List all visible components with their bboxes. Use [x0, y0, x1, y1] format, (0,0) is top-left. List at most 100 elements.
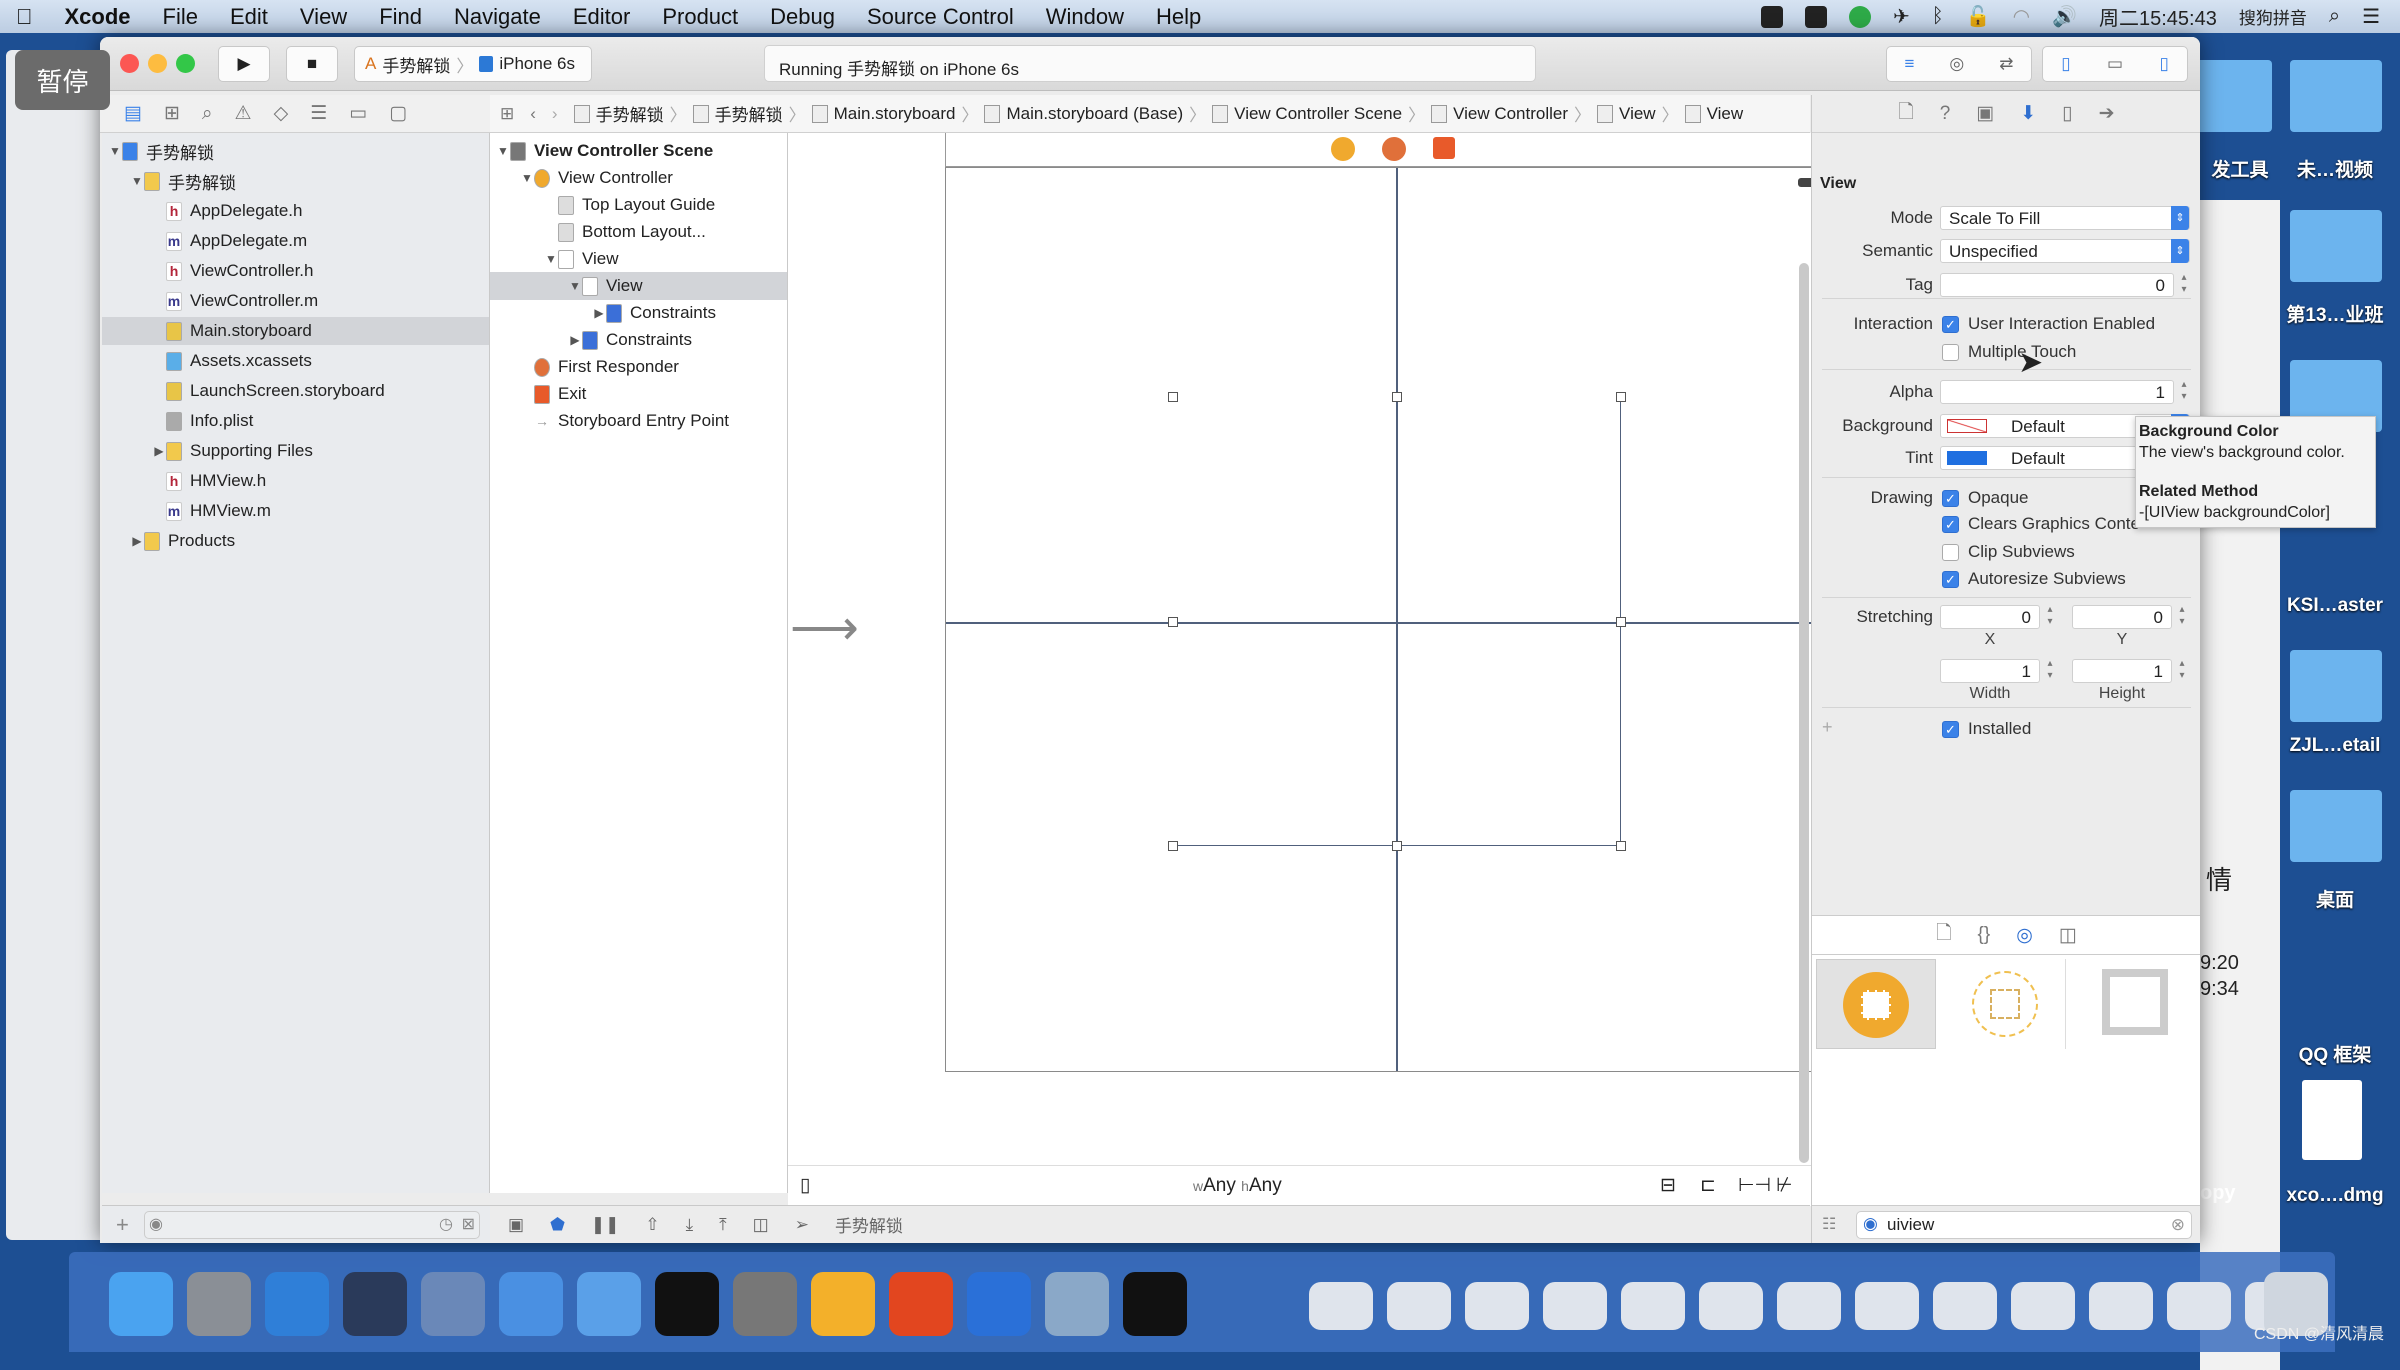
tree-item[interactable]: h ViewController.h [102, 257, 489, 285]
dock-minimized-window-icon[interactable] [1309, 1282, 1373, 1330]
dock-xcode-icon[interactable] [499, 1272, 563, 1336]
tree-item[interactable]: ▼ View Controller Scene [490, 137, 787, 165]
user_interaction-checkbox[interactable]: ✓ [1942, 316, 1959, 333]
menu-find[interactable]: Find [363, 4, 438, 30]
dock-terminal-icon[interactable] [655, 1272, 719, 1336]
dock-minimized-window-icon[interactable] [2011, 1282, 2075, 1330]
breakpoints-icon[interactable]: ⬟ [550, 1215, 565, 1235]
disclosure-closed-icon[interactable]: ▶ [568, 333, 582, 347]
utilities-toggle-icon[interactable]: ▯ [2159, 54, 2168, 74]
dock-mouse-icon[interactable] [343, 1272, 407, 1336]
project-navigator-icon[interactable]: ▤ [124, 102, 142, 125]
resolve-icon[interactable]: ⊬ [1776, 1174, 1793, 1197]
camera-icon[interactable] [1804, 5, 1827, 28]
size-class-button[interactable]: wAny hAny [1193, 1175, 1282, 1197]
exit-icon[interactable] [1433, 137, 1455, 159]
related-items-icon[interactable]: ⊞ [500, 104, 514, 124]
minimize-button[interactable] [148, 54, 167, 73]
dock-minimized-window-icon[interactable] [1855, 1282, 1919, 1330]
breakpoint-navigator-icon[interactable]: ▭ [349, 102, 367, 125]
disclosure-open-icon[interactable]: ▼ [130, 174, 144, 188]
tree-item[interactable]: Bottom Layout... [490, 218, 787, 246]
jump-bar-item[interactable]: View [1684, 101, 1743, 126]
location-icon[interactable]: ➢ [795, 1215, 809, 1235]
first-responder-icon[interactable] [1382, 137, 1406, 161]
tree-item[interactable]: LaunchScreen.storyboard [102, 377, 489, 405]
tree-item[interactable]: ▶ Constraints [490, 299, 787, 327]
resize-handle[interactable] [1616, 616, 1626, 627]
resize-handle[interactable] [1168, 392, 1178, 402]
tree-item[interactable]: ▶ Supporting Files [102, 437, 489, 465]
storyboard-canvas[interactable]: ⟶ [788, 133, 1847, 1206]
disclosure-open-icon[interactable]: ▼ [496, 144, 510, 158]
zoom-button[interactable] [176, 54, 195, 73]
add-variation-button[interactable]: + [1822, 717, 1833, 738]
library-item-view-controller[interactable] [1816, 959, 1936, 1049]
tree-item[interactable]: First Responder [490, 353, 787, 381]
standard-editor-icon[interactable]: ≡ [1904, 54, 1914, 74]
tree-item[interactable]: m AppDelegate.m [102, 227, 489, 255]
dock-system-preferences-icon[interactable] [733, 1272, 797, 1336]
dock-photo-booth-icon[interactable] [421, 1272, 485, 1336]
disclosure-closed-icon[interactable]: ▶ [592, 306, 606, 320]
find-navigator-icon[interactable]: ⌕ [202, 103, 213, 125]
dmg-file-icon[interactable] [2302, 1080, 2362, 1160]
library-search-input[interactable]: ◉ uiview ⊗ [1856, 1211, 2192, 1239]
tree-item[interactable]: m ViewController.m [102, 287, 489, 315]
stretch-y-field[interactable]: 0 [2072, 605, 2172, 629]
menu-file[interactable]: File [147, 4, 214, 30]
menu-navigate[interactable]: Navigate [438, 4, 557, 30]
vertical-scrollbar[interactable] [1799, 263, 1809, 1163]
dock-minimized-window-icon[interactable] [1933, 1282, 1997, 1330]
resize-handle[interactable] [1392, 392, 1402, 402]
autoresize-checkbox[interactable]: ✓ [1942, 571, 1959, 588]
dock-minimized-window-icon[interactable] [2167, 1282, 2231, 1330]
scm-filter-icon[interactable]: ⊠ [462, 1214, 475, 1234]
selected-subview[interactable] [1168, 392, 1626, 851]
navigator-toggle-icon[interactable]: ▯ [2061, 54, 2070, 74]
pause-overlay[interactable]: 暂停 [15, 50, 110, 110]
report-navigator-icon[interactable]: ▢ [389, 102, 407, 125]
semantic-field[interactable]: Unspecified ⇕ [1940, 239, 2190, 263]
tree-item[interactable]: ▼ View [490, 272, 787, 300]
clears-checkbox[interactable]: ✓ [1942, 516, 1959, 533]
disclosure-closed-icon[interactable]: ▶ [130, 534, 144, 548]
back-button[interactable]: ‹ [530, 104, 536, 124]
stretch-h-field[interactable]: 1 [2072, 659, 2172, 683]
dock-preview-icon[interactable] [1045, 1272, 1109, 1336]
tree-item[interactable]: ▼ View [490, 245, 787, 273]
pause-icon[interactable]: ❚❚ [591, 1215, 620, 1235]
popup-arrows-icon[interactable]: ⇕ [2171, 206, 2189, 230]
file-template-icon[interactable]: 🗋 [1936, 919, 1951, 951]
dock-minimized-window-icon[interactable] [2089, 1282, 2153, 1330]
jump-bar-item[interactable]: View Controller Scene [1212, 101, 1402, 126]
stretch-w-field[interactable]: 1 [1940, 659, 2040, 683]
volume-icon[interactable]: 🔊 [2052, 4, 2077, 29]
view-controller-icon[interactable] [1331, 137, 1355, 161]
add-icon[interactable]: + [116, 1212, 129, 1238]
dock-launchpad-icon[interactable] [187, 1272, 251, 1336]
stop-button[interactable]: ■ [286, 46, 338, 82]
disclosure-open-icon[interactable]: ▼ [520, 171, 534, 185]
close-button[interactable] [120, 54, 139, 73]
run-button[interactable]: ▶ [218, 46, 270, 82]
tree-item[interactable]: ▼ 手势解锁 [102, 167, 489, 195]
version-editor-icon[interactable]: ⇄ [1999, 54, 2013, 74]
tree-item[interactable]: h HMView.h [102, 467, 489, 495]
screen-share-icon[interactable] [1760, 5, 1783, 28]
resize-handle[interactable] [1168, 616, 1178, 627]
menu-debug[interactable]: Debug [754, 4, 851, 30]
tree-item[interactable]: Main.storyboard [102, 317, 489, 345]
tree-item[interactable]: Top Layout Guide [490, 191, 787, 219]
jump-bar-item[interactable]: 手势解锁 [573, 101, 664, 126]
stepper[interactable]: ▴ ▾ [2044, 604, 2056, 630]
media-library-icon[interactable]: ◫ [2059, 924, 2077, 947]
tree-item[interactable]: Info.plist [102, 407, 489, 435]
dock-minimized-window-icon[interactable] [1777, 1282, 1841, 1330]
view-controller-frame[interactable] [945, 167, 1847, 1072]
lock-icon[interactable]: 🔓 [1966, 4, 1991, 29]
menu-window[interactable]: Window [1030, 4, 1140, 30]
jump-bar-item[interactable]: Main.storyboard (Base) [984, 101, 1183, 126]
jump-bar-item[interactable]: View [1597, 101, 1656, 126]
multiple_touch-checkbox[interactable] [1942, 344, 1959, 361]
